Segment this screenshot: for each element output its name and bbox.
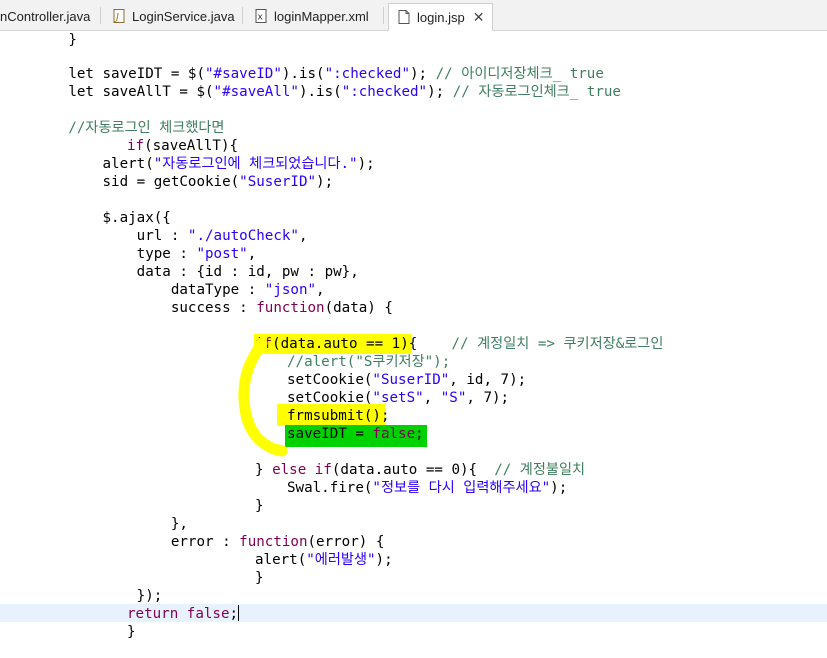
editor-tab-bar: nController.java J LoginService.java x l… bbox=[0, 0, 827, 31]
code-line: }); bbox=[0, 588, 163, 604]
jsp-file-icon bbox=[397, 10, 411, 24]
xml-file-icon: x bbox=[254, 9, 268, 23]
tab-separator bbox=[242, 7, 243, 24]
code-line: Swal.fire("정보를 다시 입력해주세요"); bbox=[287, 480, 568, 496]
text-caret bbox=[238, 605, 240, 621]
code-line: } bbox=[255, 498, 264, 514]
tab-separator bbox=[383, 7, 384, 24]
tab-n-controller[interactable]: nController.java bbox=[0, 3, 90, 29]
close-icon[interactable]: ✕ bbox=[473, 9, 485, 26]
code-line: setCookie("SuserID", id, 7); bbox=[287, 372, 527, 388]
tab-label: LoginService.java bbox=[132, 8, 235, 24]
code-line: $.ajax({ bbox=[0, 210, 171, 226]
code-line: //alert("S쿠키저장"); bbox=[287, 354, 451, 370]
code-line-current: return false; bbox=[127, 605, 240, 622]
code-line: dataType : "json", bbox=[0, 282, 325, 298]
code-line: frmsubmit(); bbox=[287, 408, 390, 424]
tab-separator bbox=[100, 7, 101, 24]
code-line: saveIDT = false; bbox=[287, 426, 424, 442]
code-line: }, bbox=[0, 516, 188, 532]
code-line: if(data.auto == 1){ // 계정일치 => 쿠키저장&로그인 bbox=[255, 336, 664, 352]
code-line: data : {id : id, pw : pw}, bbox=[0, 264, 359, 280]
code-line: success : function(data) { bbox=[0, 300, 393, 316]
code-line: alert("자동로그인에 체크되었습니다."); bbox=[0, 156, 375, 172]
tab-login-service[interactable]: J LoginService.java bbox=[112, 3, 235, 29]
code-line: //자동로그인 체크했다면 bbox=[0, 120, 225, 136]
tab-label: login.jsp bbox=[417, 9, 465, 25]
code-line: error : function(error) { bbox=[0, 534, 385, 550]
code-line: } bbox=[0, 32, 77, 48]
code-line: url : "./autoCheck", bbox=[0, 228, 308, 244]
code-line: setCookie("setS", "S", 7); bbox=[287, 390, 510, 406]
code-line: } bbox=[255, 570, 264, 586]
code-line: } else if(data.auto == 0){ // 계정불일치 bbox=[255, 462, 586, 478]
code-line: let saveIDT = $("#saveID").is(":checked"… bbox=[0, 66, 604, 82]
tab-label: loginMapper.xml bbox=[274, 8, 369, 24]
svg-text:x: x bbox=[257, 13, 263, 23]
code-line: let saveAllT = $("#saveAll").is(":checke… bbox=[0, 84, 621, 100]
code-line: sid = getCookie("SuserID"); bbox=[0, 174, 334, 190]
tab-login-jsp[interactable]: login.jsp ✕ bbox=[388, 3, 494, 31]
tab-login-mapper[interactable]: x loginMapper.xml bbox=[254, 3, 369, 29]
tab-label: nController.java bbox=[0, 8, 91, 24]
code-line: } bbox=[127, 624, 136, 640]
code-line: alert("에러발생"); bbox=[255, 552, 393, 568]
java-file-icon: J bbox=[112, 9, 126, 23]
code-line: if(saveAllT){ bbox=[127, 138, 239, 154]
code-line: type : "post", bbox=[0, 246, 257, 262]
code-editor[interactable]: } let saveIDT = $("#saveID").is(":checke… bbox=[0, 31, 827, 658]
